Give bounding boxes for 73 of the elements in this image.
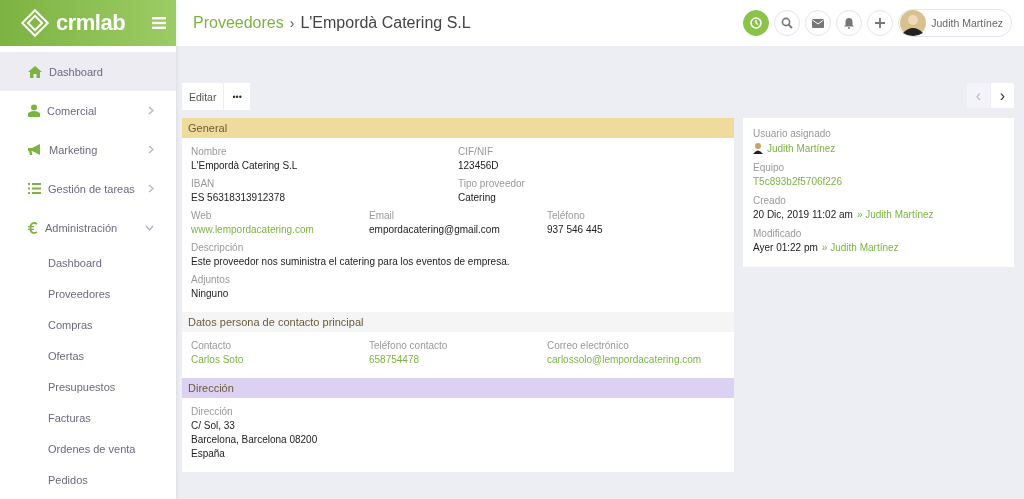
- mail-button[interactable]: [805, 10, 832, 36]
- home-icon: [28, 65, 42, 78]
- sidebar-subitem[interactable]: Proveedores: [0, 278, 176, 309]
- sidebar-subitem[interactable]: Pedidos: [0, 464, 176, 495]
- field-value: ES 56318313912378: [191, 192, 286, 203]
- field-value: Barcelona, Barcelona 08200: [191, 434, 319, 445]
- field-label: Usuario asignado: [753, 128, 832, 139]
- field-label: Modificado: [753, 228, 803, 239]
- search-button[interactable]: [774, 10, 801, 36]
- page-title: L'Empordà Catering S.L: [300, 14, 471, 32]
- field-label: Correo electrónico: [547, 340, 630, 351]
- sidebar-item[interactable]: Gestión de tareas: [0, 169, 176, 208]
- edit-button[interactable]: Editar: [182, 83, 224, 110]
- logo-icon: [20, 8, 50, 38]
- field-label: Teléfono contacto: [369, 340, 449, 351]
- notification-button[interactable]: [836, 10, 863, 36]
- field-value: España: [191, 448, 226, 459]
- chevron-right-icon: [148, 106, 154, 115]
- field-label: IBAN: [191, 178, 216, 189]
- sidebar-item[interactable]: Administración: [0, 208, 176, 247]
- field-value: 123456D: [458, 160, 500, 171]
- envelope-icon: [812, 18, 825, 28]
- field-label: Equipo: [753, 162, 786, 173]
- field-label: CIF/NIF: [458, 146, 494, 157]
- field-label: Nombre: [191, 146, 228, 157]
- field-value: Ninguno: [191, 288, 230, 299]
- field-label: Tipo proveedor: [458, 178, 526, 189]
- next-button[interactable]: ›: [991, 83, 1014, 108]
- logo-text: crmlab: [56, 10, 126, 36]
- sidebar-subitem[interactable]: Ordenes de venta: [0, 433, 176, 464]
- plus-icon: [874, 17, 887, 29]
- add-button[interactable]: [867, 10, 894, 36]
- person-icon: [28, 104, 40, 117]
- bell-icon: [843, 17, 856, 29]
- sidebar-subitem[interactable]: Ofertas: [0, 340, 176, 371]
- sidebar-subitem[interactable]: Compras: [0, 309, 176, 340]
- field-value: Este proveedor nos suministra el catering para los eventos de empresa.: [191, 256, 511, 267]
- field-label: Adjuntos: [191, 274, 231, 285]
- list-icon: [28, 183, 41, 194]
- field-label: Contacto: [191, 340, 233, 351]
- field-label: Email: [369, 210, 395, 221]
- field-label: Teléfono: [547, 210, 586, 221]
- field-value: Ayer 01:22 pm: [753, 242, 818, 253]
- field-label: Web: [191, 210, 213, 221]
- chevron-down-icon: [145, 224, 154, 231]
- avatar-icon: [900, 10, 927, 36]
- field-label: Creado: [753, 195, 787, 206]
- section-header: Dirección: [182, 378, 734, 398]
- field-value: L'Empordà Catering S.L: [191, 160, 299, 171]
- sidebar-subitem[interactable]: Presupuestos: [0, 371, 176, 402]
- field-label: Descripción: [191, 242, 245, 253]
- sidebar-subitem[interactable]: Facturas: [0, 402, 176, 433]
- euro-icon: [28, 221, 38, 234]
- search-icon: [781, 17, 794, 29]
- sidebar-subitem[interactable]: Dashboard: [0, 247, 176, 278]
- chevron-right-icon: [148, 184, 154, 193]
- field-value: 937 546 445: [547, 224, 604, 235]
- breadcrumb-separator: ›: [289, 15, 295, 31]
- chevron-right-icon: [148, 145, 154, 154]
- field-label: Dirección: [191, 406, 234, 417]
- sidebar-item[interactable]: Marketing: [0, 130, 176, 169]
- user-menu[interactable]: Judith Martínez: [898, 9, 1012, 37]
- section-header: General: [182, 118, 734, 138]
- more-button[interactable]: •••: [224, 83, 250, 110]
- sidebar-item[interactable]: Dashboard: [0, 52, 176, 91]
- field-value: 20 Dic, 2019 11:02 am: [753, 209, 853, 220]
- section-header: Datos persona de contacto principal: [182, 312, 734, 332]
- megaphone-icon: [28, 143, 42, 156]
- field-value: Catering: [458, 192, 497, 203]
- sidebar-item[interactable]: Comercial: [0, 91, 176, 130]
- field-value: C/ Sol, 33: [191, 420, 236, 431]
- field-value: empordacatering@gmail.com: [369, 224, 501, 235]
- clock-icon: [750, 17, 763, 29]
